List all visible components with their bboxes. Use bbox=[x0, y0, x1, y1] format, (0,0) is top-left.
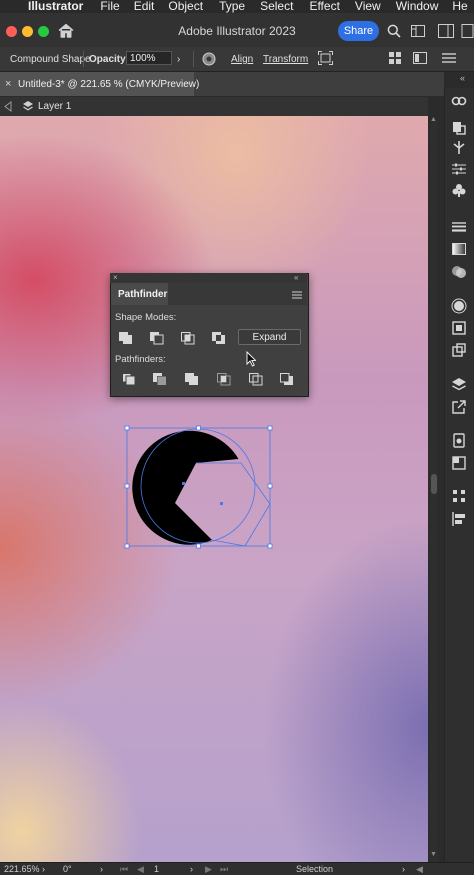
status-menu-icon[interactable]: › bbox=[402, 863, 405, 875]
menu-help[interactable]: He bbox=[452, 0, 467, 13]
menu-view[interactable]: View bbox=[355, 0, 381, 13]
merge-icon[interactable] bbox=[184, 372, 200, 386]
panel-collapse-icon[interactable]: « bbox=[460, 73, 465, 83]
exclude-icon[interactable] bbox=[211, 331, 227, 345]
menu-object[interactable]: Object bbox=[168, 0, 203, 13]
back-arrow-icon[interactable] bbox=[3, 101, 14, 112]
menu-effect[interactable]: Effect bbox=[309, 0, 339, 13]
layers-icon bbox=[23, 101, 33, 111]
divide-icon[interactable] bbox=[121, 372, 137, 386]
selection-type-label: Compound Shape bbox=[10, 54, 91, 65]
sliders-icon[interactable] bbox=[451, 161, 467, 177]
control-divider bbox=[193, 51, 194, 67]
assets-icon[interactable] bbox=[451, 455, 467, 471]
artboard-nav-next-icon[interactable]: ▶ bbox=[205, 863, 212, 875]
intersect-icon[interactable] bbox=[180, 331, 196, 345]
document-tab-label: Untitled-3* @ 221.65 % (CMYK/Preview) bbox=[18, 79, 200, 90]
appearance-icon[interactable] bbox=[451, 298, 467, 314]
recolor-artwork-icon[interactable] bbox=[202, 52, 216, 66]
minus-back-icon[interactable] bbox=[279, 372, 295, 386]
rotation-dropdown-icon[interactable]: › bbox=[100, 863, 103, 875]
artboards-icon[interactable] bbox=[451, 342, 467, 358]
scroll-down-icon[interactable]: ▼ bbox=[430, 851, 437, 858]
transparency-icon[interactable] bbox=[451, 264, 467, 280]
align-link[interactable]: Align bbox=[231, 54, 253, 65]
transform-link[interactable]: Transform bbox=[263, 54, 308, 65]
control-divider bbox=[83, 51, 84, 67]
expand-button[interactable]: Expand bbox=[238, 329, 301, 345]
outline-icon[interactable] bbox=[248, 372, 264, 386]
align-options-icon[interactable] bbox=[389, 52, 401, 64]
share-button[interactable]: Share bbox=[338, 21, 379, 41]
gradient-icon[interactable] bbox=[451, 241, 467, 257]
close-panel-icon[interactable]: × bbox=[113, 273, 118, 283]
distribute-icon[interactable] bbox=[451, 511, 467, 527]
menu-file[interactable]: File bbox=[100, 0, 119, 13]
stroke-icon[interactable] bbox=[451, 218, 467, 234]
current-tool: Selection bbox=[296, 864, 334, 874]
properties-icon[interactable] bbox=[451, 120, 467, 136]
minus-front-icon[interactable] bbox=[149, 331, 165, 345]
compound-shape[interactable] bbox=[120, 420, 285, 555]
artboard-dropdown-icon[interactable]: › bbox=[190, 863, 193, 875]
layers-panel-icon[interactable] bbox=[451, 376, 467, 392]
menu-app-name[interactable]: Illustrator bbox=[28, 0, 83, 13]
panel-menu-icon[interactable] bbox=[292, 291, 302, 299]
vertical-scrollbar-thumb[interactable] bbox=[431, 474, 437, 494]
artboard-nav-prev-icon[interactable]: ◀ bbox=[137, 863, 144, 875]
menu-bar: Illustrator File Edit Object Type Select… bbox=[0, 0, 474, 13]
symbols-icon[interactable] bbox=[451, 182, 467, 198]
rotation-value[interactable]: 0° bbox=[63, 863, 72, 875]
learn-icon[interactable] bbox=[451, 93, 467, 109]
scroll-left-icon[interactable]: ◀ bbox=[416, 863, 423, 875]
transform-bounds-icon[interactable] bbox=[318, 51, 333, 65]
control-menu-icon[interactable] bbox=[442, 53, 456, 63]
control-bar: Compound Shape Opacity: › Align Transfor… bbox=[0, 47, 474, 72]
zoom-level[interactable]: 221.65% bbox=[4, 863, 40, 875]
menu-select[interactable]: Select bbox=[260, 0, 293, 13]
mouse-pointer-icon bbox=[246, 351, 256, 367]
menu-edit[interactable]: Edit bbox=[134, 0, 155, 13]
artboard-nav-last-icon[interactable]: ⏭ bbox=[220, 863, 228, 875]
pathfinder-title: Pathfinder bbox=[118, 289, 168, 300]
pathfinders-label: Pathfinders: bbox=[115, 354, 166, 365]
status-bar: 221.65% › 0° › ⏮ ◀ 1 › ▶ ⏭ Selection › ◀ bbox=[0, 862, 474, 875]
artboard-number[interactable]: 1 bbox=[154, 863, 159, 875]
export-icon[interactable] bbox=[451, 399, 467, 415]
right-panel-dock bbox=[444, 88, 474, 874]
menu-window[interactable]: Window bbox=[396, 0, 439, 13]
unite-icon[interactable] bbox=[118, 331, 134, 345]
align-panel-icon[interactable] bbox=[451, 488, 467, 504]
crop-icon[interactable] bbox=[216, 372, 232, 386]
zoom-dropdown-icon[interactable]: › bbox=[42, 863, 45, 875]
layout-icon[interactable] bbox=[413, 52, 427, 64]
shape-modes-label: Shape Modes: bbox=[115, 312, 177, 323]
search-icon[interactable] bbox=[387, 24, 401, 38]
libraries-icon[interactable] bbox=[451, 432, 467, 448]
pathfinder-panel-header[interactable] bbox=[110, 273, 307, 283]
collapse-panel-icon[interactable]: « bbox=[294, 273, 298, 283]
scroll-up-icon[interactable]: ▲ bbox=[430, 116, 437, 123]
menu-type[interactable]: Type bbox=[219, 0, 245, 13]
layer-name[interactable]: Layer 1 bbox=[38, 101, 71, 112]
opacity-label: Opacity: bbox=[89, 54, 130, 65]
opacity-input[interactable]: 100% bbox=[126, 51, 172, 65]
window-title: Adobe Illustrator 2023 bbox=[178, 24, 296, 38]
puppet-warp-icon[interactable] bbox=[451, 140, 467, 156]
opacity-chevron-icon[interactable]: › bbox=[177, 54, 180, 65]
graphic-styles-icon[interactable] bbox=[451, 320, 467, 336]
workspace-switcher-icon[interactable] bbox=[438, 24, 474, 38]
arrange-documents-icon[interactable] bbox=[411, 25, 425, 37]
trim-icon[interactable] bbox=[152, 372, 168, 386]
close-tab-icon[interactable]: × bbox=[5, 78, 11, 90]
artboard-nav-first-icon[interactable]: ⏮ bbox=[120, 863, 128, 875]
